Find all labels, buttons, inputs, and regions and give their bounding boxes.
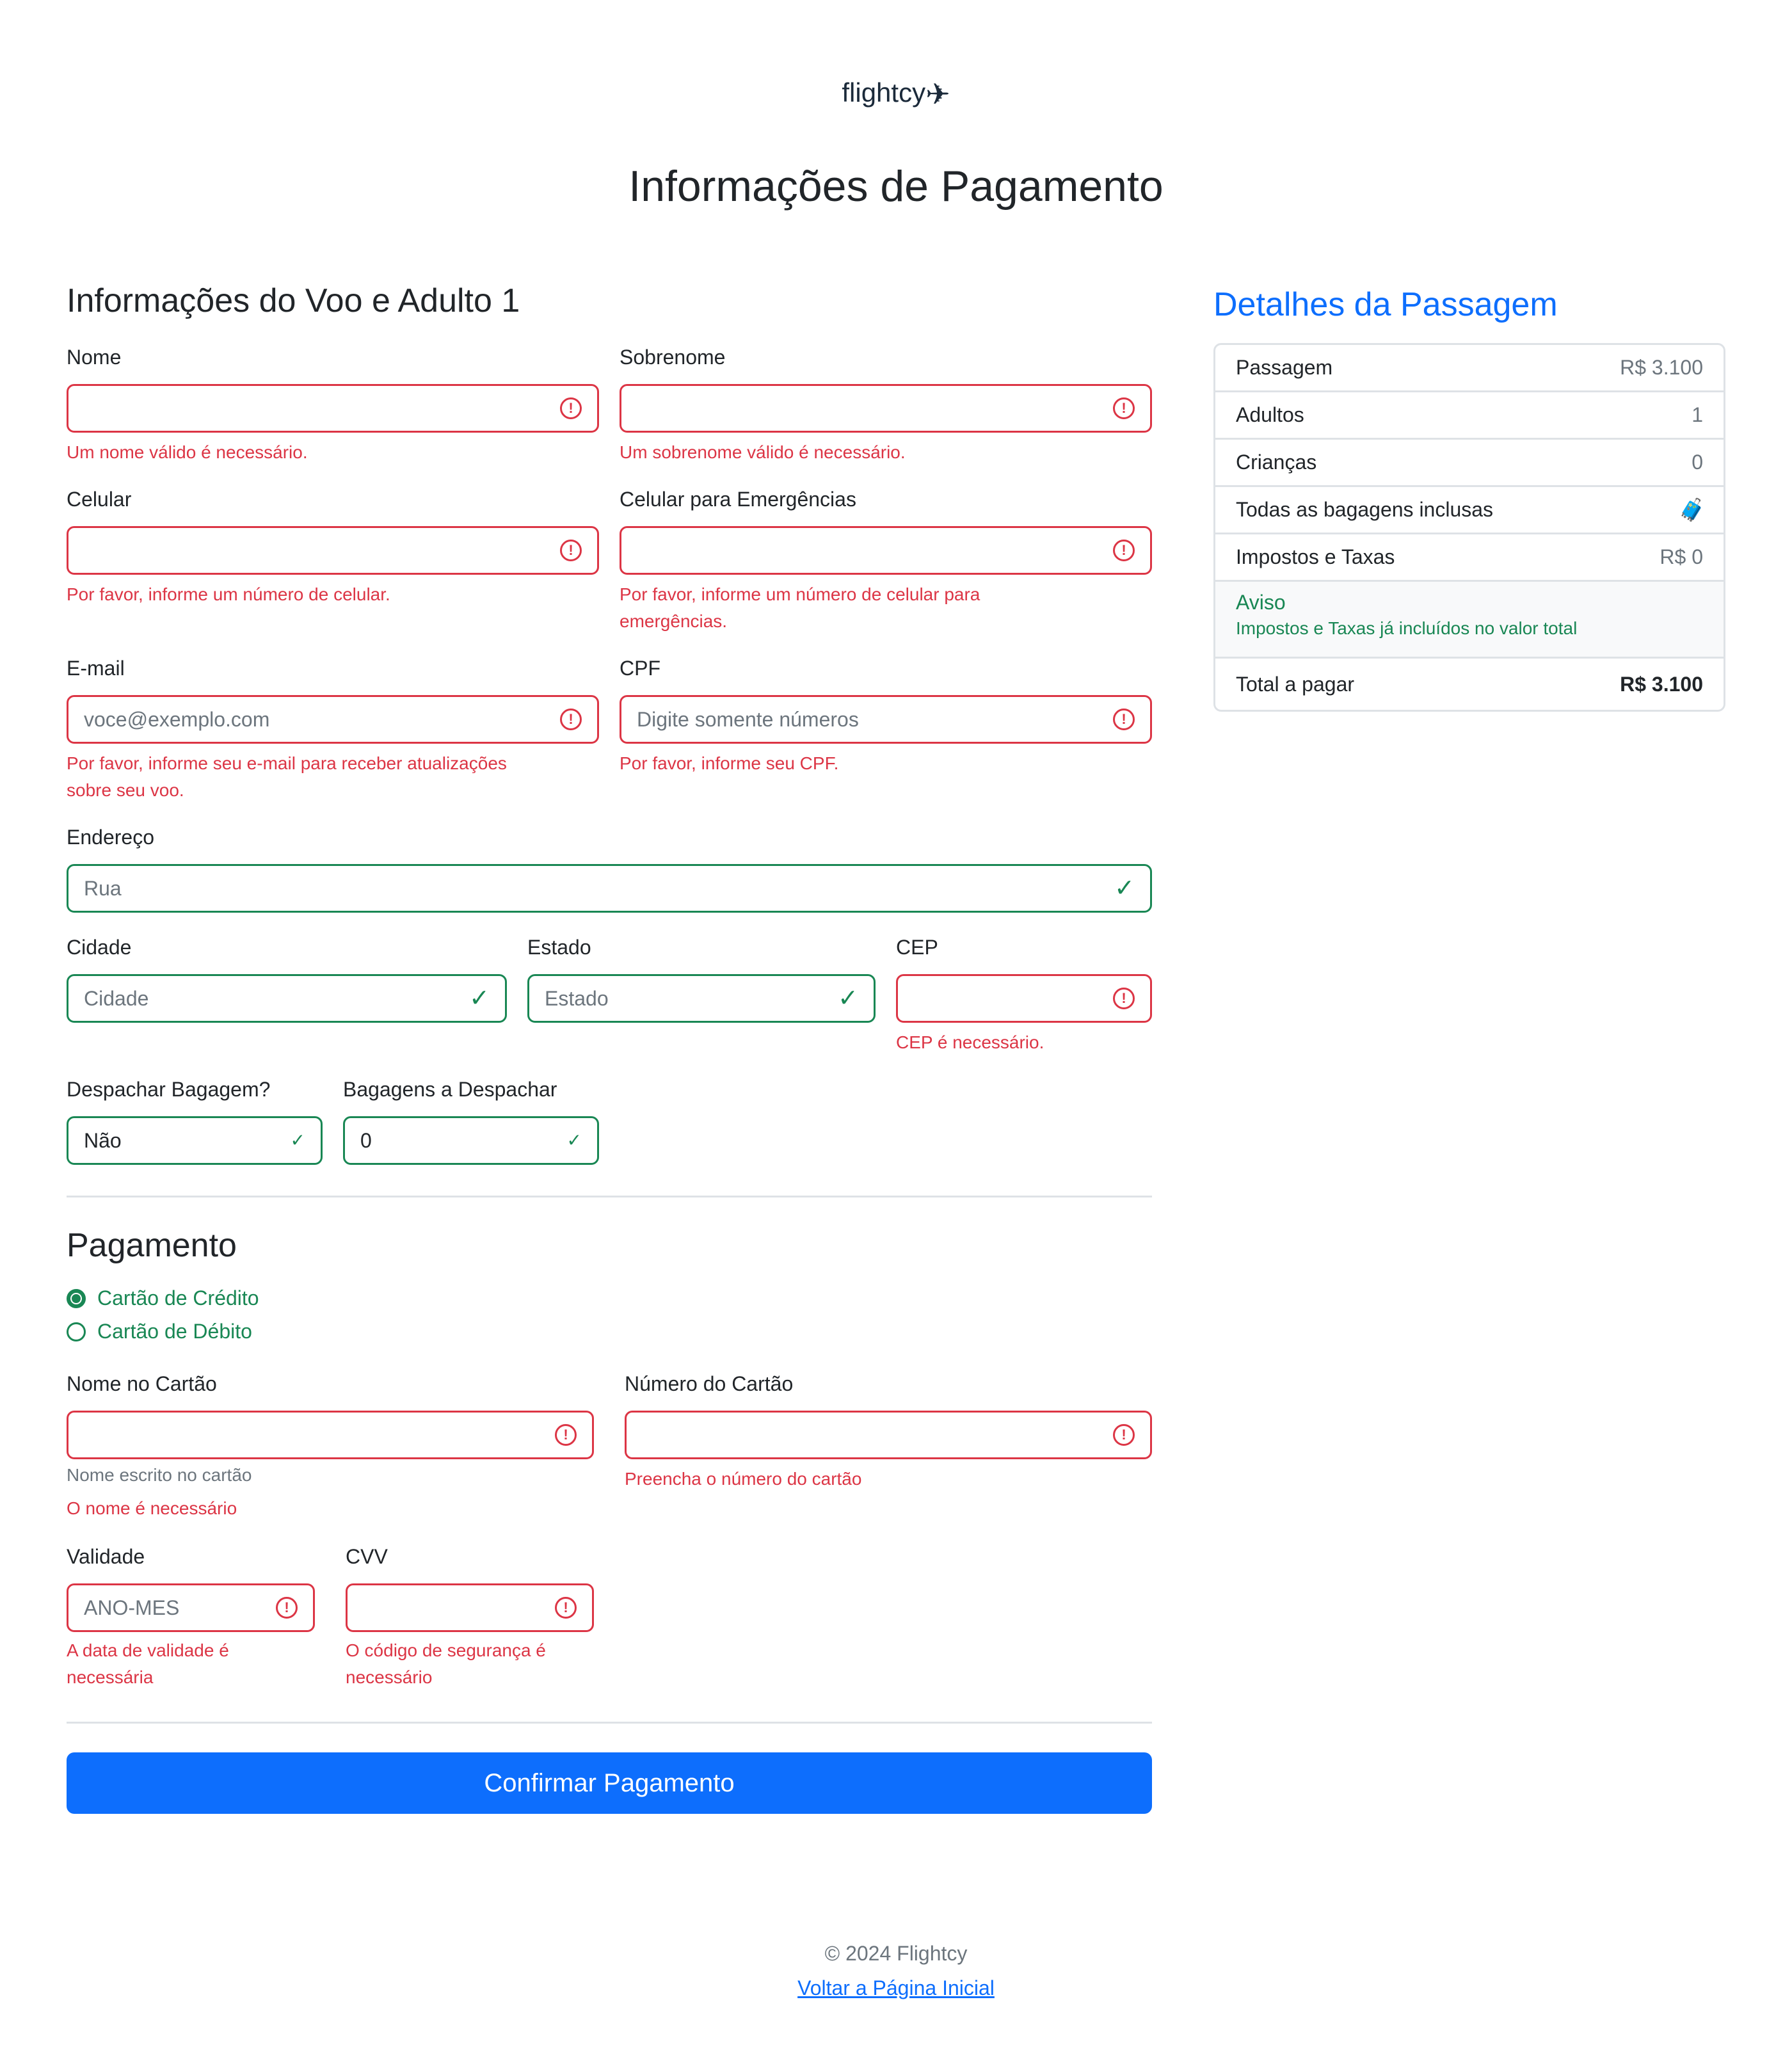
cvv-error: O código de segurança é necessário <box>346 1640 546 1687</box>
summary-row-total: Total a pagar R$ 3.100 <box>1236 672 1703 696</box>
radio-selected-icon <box>67 1288 86 1308</box>
estado-input[interactable]: Estado ✓ <box>527 974 876 1023</box>
summary-row-passagem: Passagem R$ 3.100 <box>1215 345 1724 392</box>
error-icon: ! <box>555 1424 577 1446</box>
notice-text: Impostos e Taxas já incluídos no valor t… <box>1236 618 1578 638</box>
sobrenome-label: Sobrenome <box>620 346 726 369</box>
error-icon: ! <box>560 709 582 730</box>
error-icon: ! <box>560 540 582 561</box>
celular-emergencia-input[interactable]: ! <box>620 526 1152 575</box>
nome-error: Um nome válido é necessário. <box>67 442 308 462</box>
payment-page: flightcy✈ Informações de Pagamento Infor… <box>0 0 1792 2066</box>
celular-error: Por favor, informe um número de celular. <box>67 584 390 604</box>
nome-cartao-input[interactable]: ! <box>67 1411 594 1459</box>
sobrenome-input[interactable]: ! <box>620 384 1152 433</box>
celular-emergencia-label: Celular para Emergências <box>620 488 856 511</box>
celular-input[interactable]: ! <box>67 526 599 575</box>
cidade-label: Cidade <box>67 936 132 959</box>
flight-section-title: Informações do Voo e Adulto 1 <box>67 282 520 319</box>
radio-debit-card[interactable]: Cartão de Débito <box>67 1320 252 1343</box>
summary-card: Passagem R$ 3.100 Adultos 1 Crianças 0 T… <box>1213 343 1725 712</box>
celular-label: Celular <box>67 488 132 511</box>
summary-title: Detalhes da Passagem <box>1213 286 1558 323</box>
summary-notice: Aviso Impostos e Taxas já incluídos no v… <box>1215 582 1724 659</box>
numero-cartao-label: Número do Cartão <box>625 1372 794 1395</box>
radio-credit-card[interactable]: Cartão de Crédito <box>67 1286 259 1310</box>
error-icon: ! <box>1113 1424 1135 1446</box>
bagagens-despachar-label: Bagagens a Despachar <box>343 1078 557 1101</box>
check-icon: ✓ <box>469 985 490 1012</box>
footer-copyright: © 2024 Flightcy <box>824 1942 968 1965</box>
payment-section-title: Pagamento <box>67 1227 237 1264</box>
nome-cartao-label: Nome no Cartão <box>67 1372 217 1395</box>
error-icon: ! <box>1113 709 1135 730</box>
cep-error: CEP é necessário. <box>896 1032 1044 1052</box>
celular-emergencia-error: Por favor, informe um número de celular … <box>620 584 980 631</box>
notice-title: Aviso <box>1236 591 1286 614</box>
cvv-input[interactable]: ! <box>346 1583 594 1632</box>
endereco-input[interactable]: Rua ✓ <box>67 864 1152 913</box>
cidade-input[interactable]: Cidade ✓ <box>67 974 507 1023</box>
numero-cartao-error: Preencha o número do cartão <box>625 1469 862 1489</box>
email-input[interactable]: voce@exemplo.com! <box>67 695 599 744</box>
cpf-error: Por favor, informe seu CPF. <box>620 753 839 773</box>
nome-label: Nome <box>67 346 122 369</box>
check-icon: ✓ <box>566 1130 582 1150</box>
summary-row-criancas: Crianças 0 <box>1215 440 1724 487</box>
error-icon: ! <box>1113 397 1135 419</box>
validade-error: A data de validade é necessária <box>67 1640 229 1687</box>
cep-input[interactable]: ! <box>896 974 1152 1023</box>
nome-cartao-help: Nome escrito no cartão <box>67 1465 252 1485</box>
bagagens-despachar-input[interactable]: 0 ✓ <box>343 1116 599 1165</box>
check-icon: ✓ <box>290 1130 305 1150</box>
summary-row-impostos: Impostos e Taxas R$ 0 <box>1215 534 1724 582</box>
estado-label: Estado <box>527 936 591 959</box>
numero-cartao-input[interactable]: ! <box>625 1411 1152 1459</box>
validade-label: Validade <box>67 1545 145 1568</box>
check-icon: ✓ <box>838 985 858 1012</box>
nome-cartao-error: O nome é necessário <box>67 1498 237 1518</box>
despachar-bagagem-label: Despachar Bagagem? <box>67 1078 271 1101</box>
error-icon: ! <box>555 1597 577 1619</box>
footer-link-wrapper: Voltar a Página Inicial <box>0 1976 1792 2000</box>
nome-input[interactable]: ! <box>67 384 599 433</box>
confirm-payment-button[interactable]: Confirmar Pagamento <box>67 1752 1152 1814</box>
plane-icon: ✈ <box>925 77 950 111</box>
error-icon: ! <box>276 1597 298 1619</box>
sobrenome-error: Um sobrenome válido é necessário. <box>620 442 906 462</box>
endereco-label: Endereço <box>67 826 154 849</box>
email-label: E-mail <box>67 657 125 680</box>
error-icon: ! <box>1113 988 1135 1009</box>
summary-row-adultos: Adultos 1 <box>1215 392 1724 440</box>
check-icon: ✓ <box>1114 875 1135 902</box>
cvv-label: CVV <box>346 1545 388 1568</box>
luggage-icon: 🧳 <box>1678 497 1706 522</box>
section-divider <box>67 1722 1152 1724</box>
cpf-label: CPF <box>620 657 660 680</box>
page-title: Informações de Pagamento <box>628 162 1164 211</box>
despachar-bagagem-select[interactable]: Não ✓ <box>67 1116 323 1165</box>
validade-input[interactable]: ANO-MES! <box>67 1583 315 1632</box>
home-link[interactable]: Voltar a Página Inicial <box>797 1976 995 1999</box>
section-divider <box>67 1196 1152 1197</box>
error-icon: ! <box>1113 540 1135 561</box>
cpf-input[interactable]: Digite somente números! <box>620 695 1152 744</box>
email-error: Por favor, informe seu e-mail para receb… <box>67 753 507 800</box>
cep-label: CEP <box>896 936 938 959</box>
summary-row-bagagens: Todas as bagagens inclusas 🧳 <box>1215 487 1724 534</box>
brand-logo[interactable]: flightcy✈ <box>0 77 1792 111</box>
radio-unselected-icon <box>67 1322 86 1341</box>
logo-text: flightcy <box>842 77 926 108</box>
error-icon: ! <box>560 397 582 419</box>
